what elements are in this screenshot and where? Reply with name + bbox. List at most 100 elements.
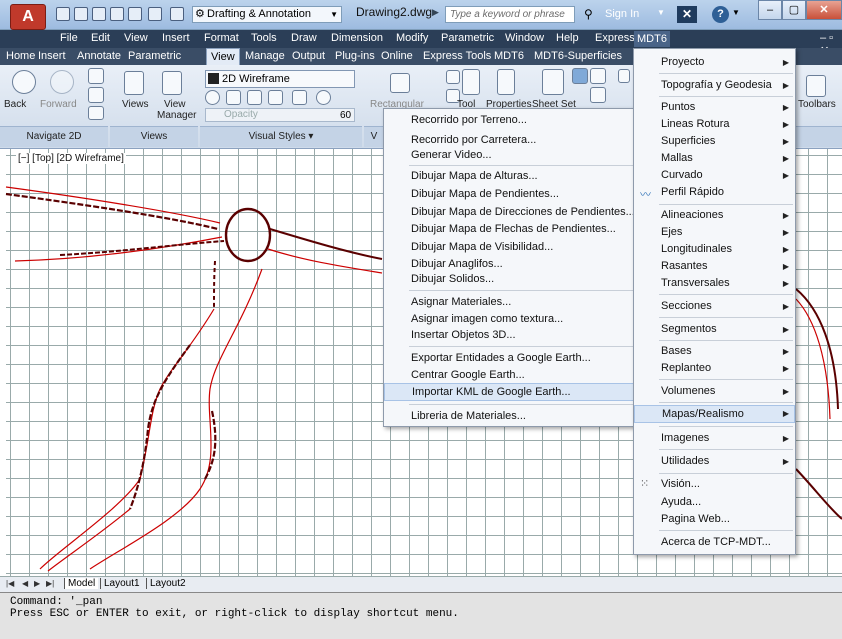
menu-item-curvado[interactable]: Curvado: [634, 169, 795, 181]
tab-home[interactable]: Home: [6, 50, 35, 62]
exchange-apps-icon[interactable]: ✕: [677, 6, 697, 23]
save-icon[interactable]: [92, 7, 106, 21]
menu-item-ayuda[interactable]: Ayuda...: [634, 496, 795, 508]
menu-item-rasantes[interactable]: Rasantes: [634, 260, 795, 272]
menu-insert[interactable]: Insert: [162, 32, 190, 44]
menu-item-mapa-pendientes[interactable]: Dibujar Mapa de Pendientes...: [384, 188, 635, 200]
menu-item-recorrido-terreno[interactable]: Recorrido por Terreno...: [384, 114, 635, 126]
menu-item-centrar-google-earth[interactable]: Centrar Google Earth...: [384, 369, 635, 381]
back-arrow-icon[interactable]: [12, 70, 36, 94]
tab-insert[interactable]: Insert: [38, 50, 66, 62]
tab-plugins[interactable]: Plug-ins: [335, 50, 375, 62]
menu-item-perfil-rapido[interactable]: Perfil Rápido: [634, 186, 795, 198]
menu-item-generar-video[interactable]: Generar Video...: [384, 149, 635, 161]
menu-item-acerca-de[interactable]: Acerca de TCP-MDT...: [634, 536, 795, 548]
menu-item-exportar-google-earth[interactable]: Exportar Entidades a Google Earth...: [384, 352, 635, 364]
tab-manage[interactable]: Manage: [245, 50, 285, 62]
menu-item-imagenes[interactable]: Imagenes: [634, 432, 795, 444]
menu-item-mapa-visibilidad[interactable]: Dibujar Mapa de Visibilidad...: [384, 241, 635, 253]
menu-modify[interactable]: Modify: [396, 32, 428, 44]
views-button[interactable]: Views: [122, 99, 149, 110]
chevron-down-icon[interactable]: ▼: [657, 8, 665, 17]
menu-item-insertar-objetos[interactable]: Insertar Objetos 3D...: [384, 329, 635, 341]
tab-model[interactable]: Model: [64, 578, 99, 589]
menu-express[interactable]: Express: [595, 32, 635, 44]
menu-mdt6[interactable]: MDT6: [634, 31, 670, 47]
menu-item-replanteo[interactable]: Replanteo: [634, 362, 795, 374]
properties-icon[interactable]: [497, 69, 515, 95]
chevron-down-icon[interactable]: ▼: [732, 8, 740, 17]
tab-online[interactable]: Online: [381, 50, 413, 62]
zoom-icon[interactable]: [88, 87, 104, 103]
visual-style-dropdown[interactable]: 2D Wireframe: [205, 70, 355, 88]
search-input[interactable]: Type a keyword or phrase: [445, 6, 575, 23]
close-button[interactable]: ✕: [806, 0, 842, 20]
next-tab-icon[interactable]: ▶: [34, 579, 40, 588]
menu-draw[interactable]: Draw: [291, 32, 317, 44]
tab-layout1[interactable]: Layout1: [100, 578, 143, 589]
last-tab-icon[interactable]: ▶|: [46, 579, 54, 588]
application-menu-button[interactable]: A: [10, 4, 46, 30]
xray-icon[interactable]: [205, 90, 220, 105]
tab-parametric[interactable]: Parametric: [128, 50, 181, 62]
tab-mdt6-superficies[interactable]: MDT6-Superficies: [534, 50, 622, 62]
menu-item-mapa-flechas[interactable]: Dibujar Mapa de Flechas de Pendientes...: [384, 223, 635, 235]
menu-view[interactable]: View: [124, 32, 148, 44]
tab-annotate[interactable]: Annotate: [77, 50, 121, 62]
workspace-dropdown[interactable]: ⚙ Drafting & Annotation ▼: [192, 6, 342, 23]
toolbars-button[interactable]: Toolbars: [798, 99, 836, 110]
toolbars-icon[interactable]: [806, 75, 826, 97]
opacity-slider[interactable]: Opacity: [205, 108, 355, 122]
menu-item-libreria-materiales[interactable]: Libreria de Materiales...: [384, 410, 635, 422]
back-button[interactable]: Back: [4, 99, 26, 110]
tab-express-tools[interactable]: Express Tools: [423, 50, 491, 62]
view-manager-label-1[interactable]: View: [164, 99, 186, 110]
menu-item-segmentos[interactable]: Segmentos: [634, 323, 795, 335]
tool-palettes-icon[interactable]: [462, 69, 480, 95]
menu-item-importar-kml[interactable]: Importar KML de Google Earth...: [384, 383, 635, 401]
menu-item-utilidades[interactable]: Utilidades: [634, 455, 795, 467]
menu-item-mallas[interactable]: Mallas: [634, 152, 795, 164]
menu-item-secciones[interactable]: Secciones: [634, 300, 795, 312]
palette-icon[interactable]: [446, 70, 460, 84]
menu-window[interactable]: Window: [505, 32, 544, 44]
menu-item-topografia[interactable]: Topografía y Geodesia: [634, 79, 795, 91]
menu-item-anaglifos[interactable]: Dibujar Anaglifos...: [384, 258, 635, 270]
face-style-icon[interactable]: [316, 90, 331, 105]
menu-item-proyecto[interactable]: Proyecto: [634, 56, 795, 68]
viewport-icon[interactable]: [390, 73, 410, 93]
menu-item-asignar-textura[interactable]: Asignar imagen como textura...: [384, 313, 635, 325]
menu-dimension[interactable]: Dimension: [331, 32, 383, 44]
menu-tools[interactable]: Tools: [251, 32, 277, 44]
redo-icon[interactable]: [170, 7, 184, 21]
save-as-icon[interactable]: [110, 7, 124, 21]
menu-file[interactable]: File: [60, 32, 78, 44]
menu-item-mapa-direcciones[interactable]: Dibujar Mapa de Direcciones de Pendiente…: [384, 206, 635, 218]
menu-item-transversales[interactable]: Transversales: [634, 277, 795, 289]
forward-arrow-icon[interactable]: [50, 70, 74, 94]
maximize-button[interactable]: ▢: [782, 0, 806, 20]
menu-item-asignar-materiales[interactable]: Asignar Materiales...: [384, 296, 635, 308]
menu-item-puntos[interactable]: Puntos: [634, 101, 795, 113]
tab-layout2[interactable]: Layout2: [146, 578, 189, 589]
menu-item-vision[interactable]: Visión...: [634, 478, 795, 490]
menu-item-mapas-realismo[interactable]: Mapas/Realismo: [634, 405, 795, 423]
zoom-window-icon[interactable]: [88, 106, 104, 120]
menu-item-alineaciones[interactable]: Alineaciones: [634, 209, 795, 221]
undo-icon[interactable]: [148, 7, 162, 21]
menu-help[interactable]: Help: [556, 32, 579, 44]
menu-item-solidos[interactable]: Dibujar Solidos...: [384, 273, 635, 285]
tab-mdt6[interactable]: MDT6: [494, 50, 524, 62]
edge-effects-icon[interactable]: [292, 90, 307, 105]
menu-item-superficies[interactable]: Superficies: [634, 135, 795, 147]
search-expand-icon[interactable]: ▶: [432, 7, 444, 22]
tab-output[interactable]: Output: [292, 50, 325, 62]
previous-tab-icon[interactable]: ◀: [22, 579, 28, 588]
ribbon-icon-right[interactable]: [618, 69, 630, 83]
menu-item-pagina-web[interactable]: Pagina Web...: [634, 513, 795, 525]
minimize-button[interactable]: –: [758, 0, 782, 20]
views-cube-icon[interactable]: [124, 71, 144, 95]
menu-edit[interactable]: Edit: [91, 32, 110, 44]
window-cascade-icon[interactable]: [590, 68, 606, 84]
tab-view[interactable]: View: [206, 48, 240, 65]
